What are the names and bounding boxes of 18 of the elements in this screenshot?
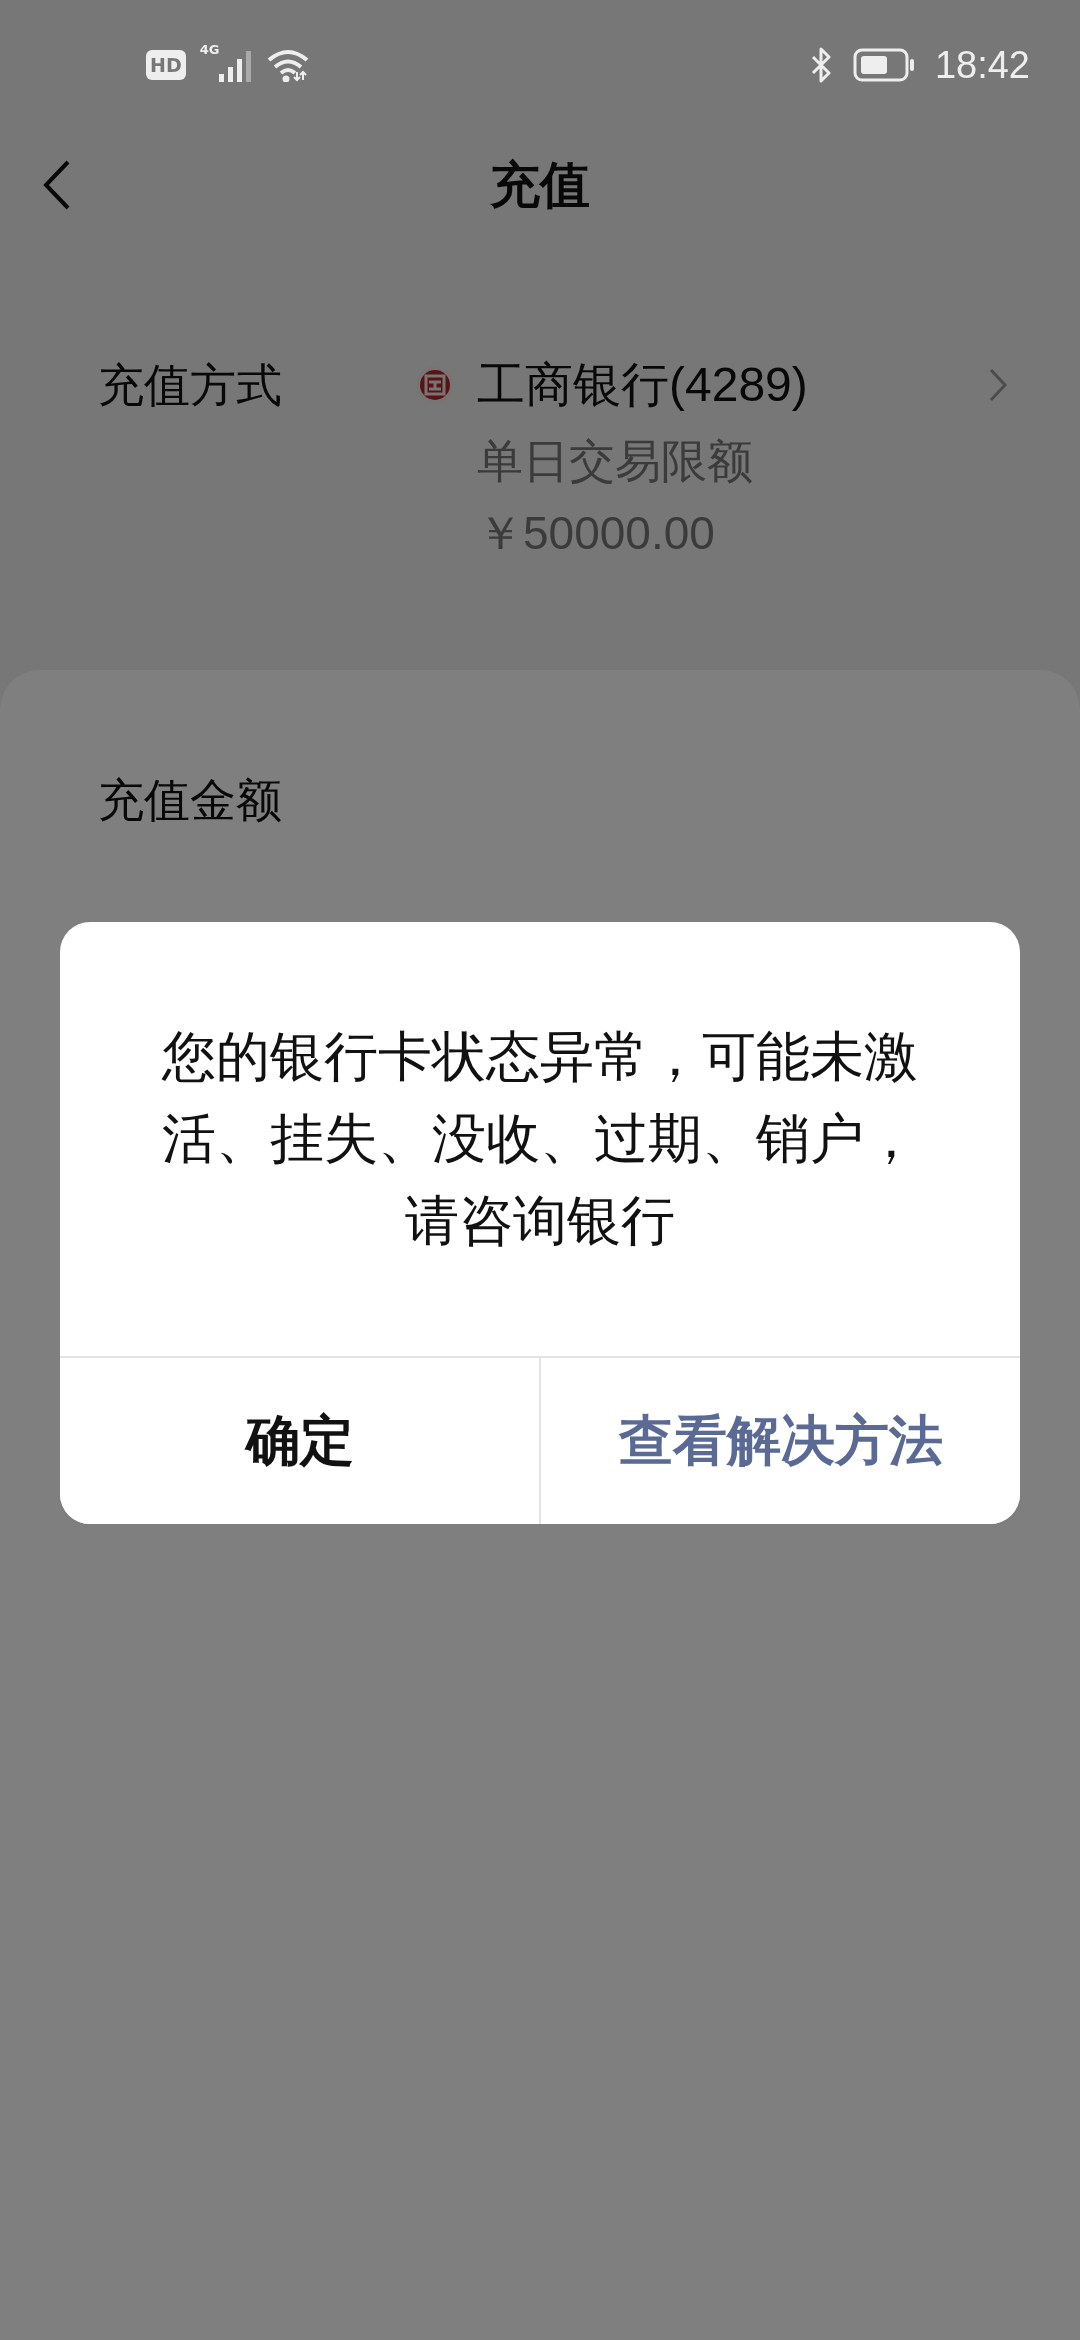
back-icon [42, 159, 72, 211]
signal-icon [219, 48, 254, 82]
bank-name: 工商银行(4289) [477, 357, 808, 413]
payment-method-label: 充值方式 [98, 357, 283, 414]
amount-label: 充值金额 [98, 772, 282, 829]
limit-label: 单日交易限额 [477, 434, 754, 489]
network-type: 4G [199, 42, 220, 57]
back-button[interactable] [42, 159, 72, 211]
battery-icon [852, 48, 915, 82]
wifi-icon [267, 48, 310, 82]
hd-badge: HD [146, 50, 186, 80]
payment-method-row[interactable]: 充值方式 工商银行(4289) 单日交易限额 ￥50000.00 [0, 240, 1080, 569]
limit-amount: ￥50000.00 [477, 506, 716, 561]
page-title: 充值 [490, 154, 590, 216]
clock: 18:42 [934, 43, 1030, 87]
dialog-message: 您的银行卡状态异常，可能未激活、挂失、没收、过期、销户，请咨询银行 [161, 1024, 919, 1254]
chevron-right-icon [988, 367, 1008, 403]
dialog-button[interactable]: 查看解决方法 [539, 1358, 1020, 1524]
